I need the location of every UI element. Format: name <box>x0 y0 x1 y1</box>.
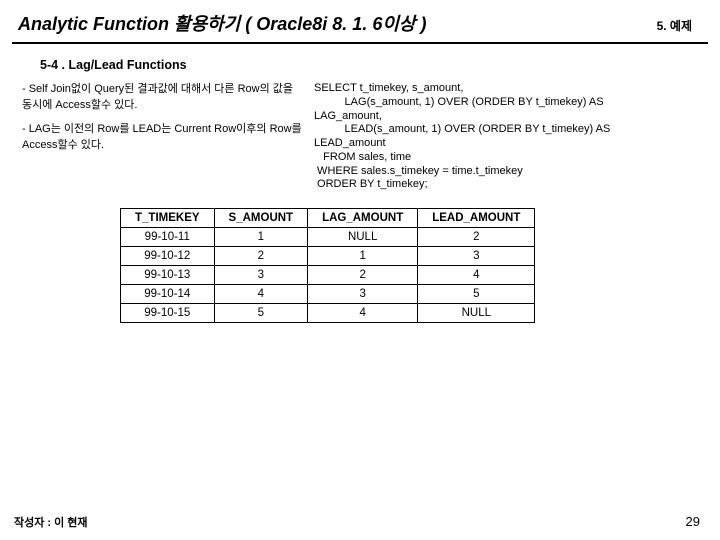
header-divider <box>12 42 708 44</box>
table-cell: 99-10-15 <box>121 304 215 323</box>
table-cell: 99-10-13 <box>121 266 215 285</box>
table-cell: 99-10-14 <box>121 285 215 304</box>
table-cell: 4 <box>214 285 308 304</box>
author-label: 작성자 : 이 현재 <box>14 514 88 530</box>
result-table-wrapper: T_TIMEKEY S_AMOUNT LAG_AMOUNT LEAD_AMOUN… <box>0 192 720 323</box>
table-cell: 3 <box>308 285 418 304</box>
col-header: LAG_AMOUNT <box>308 209 418 228</box>
table-cell: 4 <box>308 304 418 323</box>
table-cell: NULL <box>308 228 418 247</box>
description-column: - Self Join없이 Query된 결과값에 대해서 다른 Row의 값을… <box>22 82 302 192</box>
table-cell: 1 <box>214 228 308 247</box>
table-row: 99-10-11 1 NULL 2 <box>121 228 535 247</box>
table-body: 99-10-11 1 NULL 2 99-10-12 2 1 3 99-10-1… <box>121 228 535 323</box>
table-cell: 1 <box>308 247 418 266</box>
table-cell: 2 <box>308 266 418 285</box>
table-cell: NULL <box>418 304 535 323</box>
table-cell: 99-10-11 <box>121 228 215 247</box>
table-row: 99-10-12 2 1 3 <box>121 247 535 266</box>
slide-header: Analytic Function 활용하기 ( Oracle8i 8. 1. … <box>0 0 720 42</box>
table-cell: 5 <box>214 304 308 323</box>
content-row: - Self Join없이 Query된 결과값에 대해서 다른 Row의 값을… <box>0 78 720 192</box>
col-header: T_TIMEKEY <box>121 209 215 228</box>
table-cell: 2 <box>214 247 308 266</box>
table-cell: 3 <box>418 247 535 266</box>
col-header: S_AMOUNT <box>214 209 308 228</box>
table-cell: 5 <box>418 285 535 304</box>
table-cell: 2 <box>418 228 535 247</box>
slide-footer: 작성자 : 이 현재 29 <box>0 514 720 530</box>
desc-paragraph-1: - Self Join없이 Query된 결과값에 대해서 다른 Row의 값을… <box>22 82 302 114</box>
sql-code-block: SELECT t_timekey, s_amount, LAG(s_amount… <box>314 82 698 192</box>
table-row: 99-10-14 4 3 5 <box>121 285 535 304</box>
chapter-label: 5. 예제 <box>657 17 702 34</box>
table-row: 99-10-15 5 4 NULL <box>121 304 535 323</box>
desc-paragraph-2: - LAG는 이전의 Row를 LEAD는 Current Row이후의 Row… <box>22 122 302 154</box>
table-cell: 3 <box>214 266 308 285</box>
table-cell: 99-10-12 <box>121 247 215 266</box>
result-table: T_TIMEKEY S_AMOUNT LAG_AMOUNT LEAD_AMOUN… <box>120 208 535 323</box>
page-number: 29 <box>686 514 700 530</box>
table-header-row: T_TIMEKEY S_AMOUNT LAG_AMOUNT LEAD_AMOUN… <box>121 209 535 228</box>
page-title: Analytic Function 활용하기 ( Oracle8i 8. 1. … <box>18 10 657 36</box>
col-header: LEAD_AMOUNT <box>418 209 535 228</box>
section-heading: 5-4 . Lag/Lead Functions <box>0 52 720 78</box>
table-cell: 4 <box>418 266 535 285</box>
table-row: 99-10-13 3 2 4 <box>121 266 535 285</box>
